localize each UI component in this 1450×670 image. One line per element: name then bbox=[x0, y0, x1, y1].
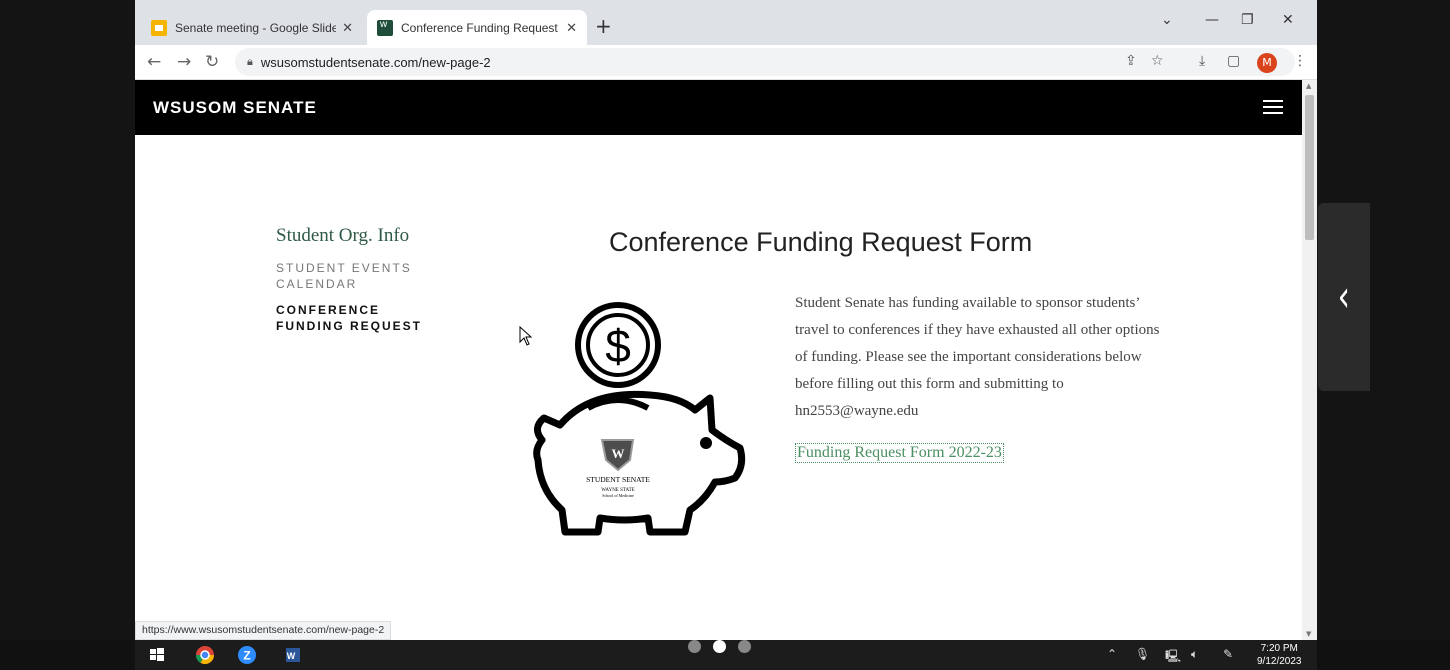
link-status-bar: https://www.wsusomstudentsenate.com/new-… bbox=[135, 621, 392, 640]
logo-line-1: STUDENT SENATE bbox=[586, 475, 650, 484]
browser-window: Senate meeting - Google Slides ✕ Confere… bbox=[135, 0, 1317, 640]
minimize-icon[interactable]: — bbox=[1205, 12, 1219, 28]
zoom-icon[interactable]: Z bbox=[237, 645, 257, 665]
svg-text:$: $ bbox=[605, 320, 631, 372]
browser-toolbar: ← → ↻ 🔒︎ wsusomstudentsenate.com/new-pag… bbox=[135, 45, 1317, 80]
clock-time: 7:20 PM bbox=[1260, 643, 1298, 654]
windows-start-icon[interactable] bbox=[147, 645, 167, 665]
page-scrollbar[interactable]: ▲ ▼ bbox=[1302, 80, 1317, 640]
word-icon[interactable]: W bbox=[283, 645, 303, 665]
tab-title: Senate meeting - Google Slides bbox=[175, 20, 337, 35]
mouse-cursor-icon bbox=[519, 326, 533, 346]
scroll-up-icon[interactable]: ▲ bbox=[1306, 82, 1311, 90]
volume-icon[interactable]: 🔈︎ bbox=[1191, 647, 1198, 662]
forward-icon[interactable]: → bbox=[177, 52, 191, 72]
presentation-back-button[interactable]: ‹ bbox=[1318, 203, 1370, 391]
sidenav-item-events-calendar[interactable]: STUDENT EVENTS CALENDAR bbox=[276, 260, 426, 292]
page-title: Conference Funding Request Form bbox=[609, 227, 1033, 257]
svg-text:Z: Z bbox=[243, 649, 250, 663]
pagination-dot[interactable] bbox=[738, 640, 751, 653]
side-panel-icon[interactable]: ▢ bbox=[1227, 53, 1240, 69]
close-icon[interactable]: ✕ bbox=[566, 20, 577, 36]
tab-strip: Senate meeting - Google Slides ✕ Confere… bbox=[135, 0, 1317, 45]
download-icon[interactable]: ⤓ bbox=[1199, 53, 1205, 69]
hamburger-menu-icon[interactable] bbox=[1263, 100, 1283, 115]
tab-search-icon[interactable]: ⌄ bbox=[1161, 12, 1173, 28]
tab-title: Conference Funding Request — ​ bbox=[401, 20, 561, 35]
pen-icon[interactable]: ✎ bbox=[1223, 647, 1233, 661]
avatar[interactable]: M bbox=[1257, 53, 1277, 73]
site-brand[interactable]: WSUSOM SENATE bbox=[153, 98, 317, 118]
site-icon bbox=[377, 19, 393, 36]
sidenav-item-funding-request[interactable]: CONFERENCE FUNDING REQUEST bbox=[276, 302, 436, 334]
window-close-icon[interactable]: ✕ bbox=[1282, 12, 1294, 28]
site-header: WSUSOM SENATE bbox=[135, 80, 1302, 135]
chevron-left-icon: ‹ bbox=[1337, 271, 1351, 322]
new-tab-button[interactable]: + bbox=[595, 14, 612, 38]
menu-dots-icon[interactable]: ⋮ bbox=[1293, 53, 1307, 69]
chrome-icon[interactable] bbox=[195, 645, 215, 665]
bookmark-star-icon[interactable]: ☆ bbox=[1151, 53, 1164, 69]
slides-icon bbox=[151, 19, 167, 36]
network-icon[interactable]: 🖳︎ bbox=[1165, 647, 1181, 668]
taskbar: Z W ⌃ 🎙︎ 🖳︎ 🔈︎ ✎ 7:20 PM 9/12/2023 bbox=[135, 640, 1317, 670]
close-icon[interactable]: ✕ bbox=[342, 20, 353, 36]
intro-paragraph: Student Senate has funding available to … bbox=[795, 295, 1160, 419]
svg-text:W: W bbox=[612, 446, 625, 461]
funding-form-link[interactable]: Funding Request Form 2022-23 bbox=[795, 443, 1004, 463]
pagination-dot-active[interactable] bbox=[713, 640, 726, 653]
tab-google-slides[interactable]: Senate meeting - Google Slides ✕ bbox=[141, 10, 363, 45]
scroll-down-icon[interactable]: ▼ bbox=[1306, 630, 1311, 638]
scrollbar-thumb[interactable] bbox=[1305, 95, 1314, 240]
logo-line-3: School of Medicine bbox=[602, 493, 634, 498]
slide-pagination bbox=[688, 640, 751, 653]
svg-text:W: W bbox=[287, 651, 296, 661]
tray-chevron-icon[interactable]: ⌃ bbox=[1107, 647, 1117, 661]
clock-date: 9/12/2023 bbox=[1257, 656, 1302, 667]
back-icon[interactable]: ← bbox=[147, 52, 161, 72]
screen-border-left bbox=[0, 0, 135, 640]
lock-icon: 🔒︎ bbox=[247, 55, 253, 68]
reload-icon[interactable]: ↻ bbox=[205, 52, 219, 72]
sidenav-title[interactable]: Student Org. Info bbox=[276, 225, 409, 247]
tab-conference-funding[interactable]: Conference Funding Request — ​ ✕ bbox=[367, 10, 587, 45]
system-clock[interactable]: 7:20 PM 9/12/2023 bbox=[1257, 642, 1302, 668]
page-viewport: WSUSOM SENATE Student Org. Info STUDENT … bbox=[135, 80, 1317, 640]
share-icon[interactable]: ⇪ bbox=[1125, 53, 1137, 69]
url-text: wsusomstudentsenate.com/new-page-2 bbox=[260, 54, 491, 70]
restore-icon[interactable]: ❐ bbox=[1241, 12, 1254, 28]
piggy-bank-image: $ W STUDENT SENATE WAYNE STATE School of… bbox=[533, 302, 746, 536]
pagination-dot[interactable] bbox=[688, 640, 701, 653]
microphone-icon[interactable]: 🎙︎ bbox=[1135, 647, 1150, 661]
